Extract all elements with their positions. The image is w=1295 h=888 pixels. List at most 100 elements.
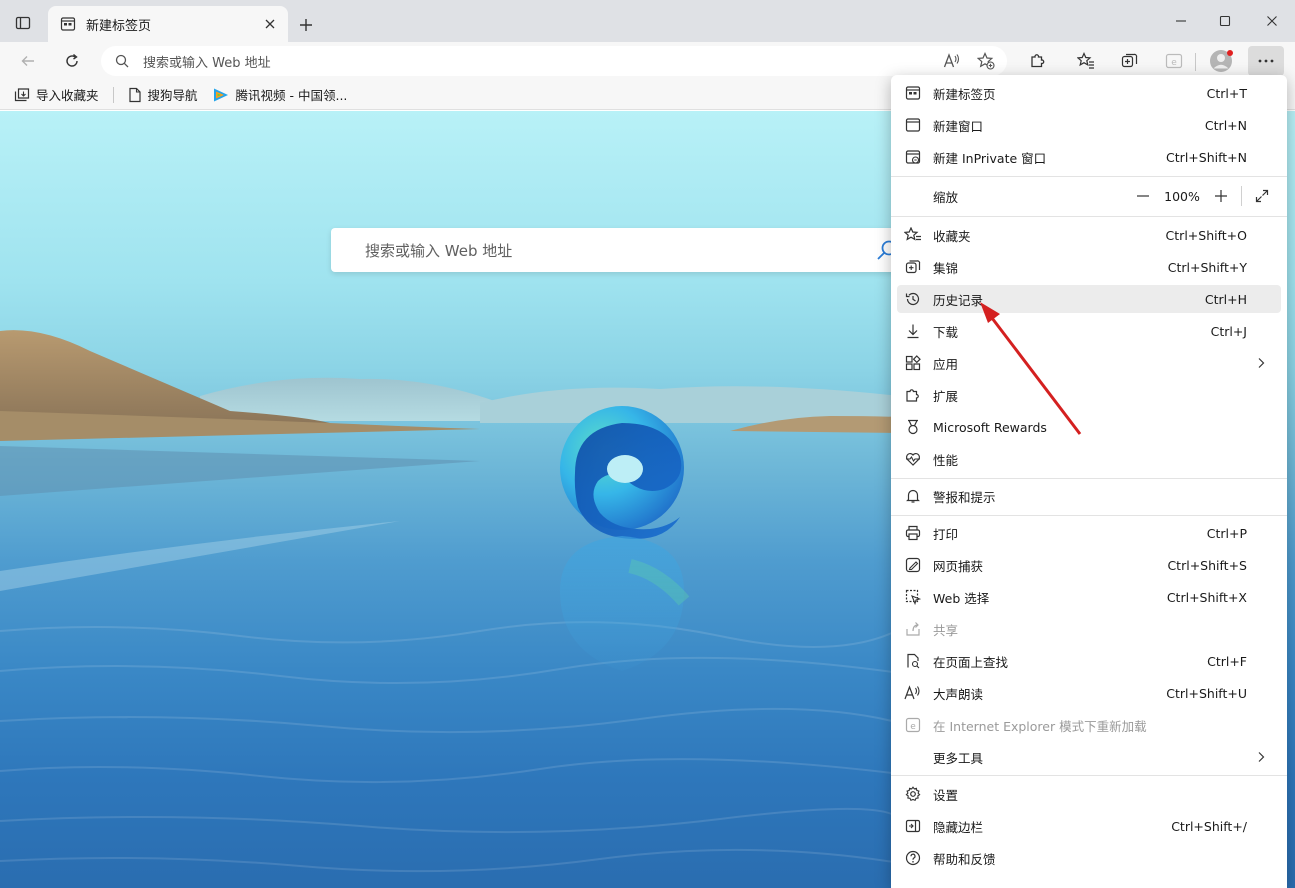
apps-icon	[903, 353, 923, 373]
rewards-icon	[903, 417, 923, 437]
menu-item-collections[interactable]: 集锦 Ctrl+Shift+Y	[897, 253, 1281, 281]
bookmark-tencent-video[interactable]: 腾讯视频 - 中国领...	[212, 85, 348, 104]
menu-label: 打印	[933, 526, 959, 542]
settings-and-more-button[interactable]	[1248, 46, 1284, 76]
menu-item-new-window[interactable]: 新建窗口 Ctrl+N	[897, 111, 1281, 139]
menu-divider	[891, 216, 1287, 217]
menu-item-extensions[interactable]: 扩展	[897, 381, 1281, 409]
favorites-icon	[903, 225, 923, 245]
back-icon[interactable]	[14, 47, 42, 75]
menu-label: 性能	[933, 452, 959, 468]
menu-shortcut: Ctrl+F	[1207, 653, 1247, 669]
menu-shortcut: Ctrl+N	[1204, 117, 1247, 133]
menu-item-help[interactable]: 帮助和反馈	[897, 844, 1281, 872]
menu-shortcut: Ctrl+Shift+X	[1166, 589, 1247, 605]
menu-label: 网页捕获	[933, 558, 984, 574]
help-icon	[903, 848, 923, 868]
tab-title: 新建标签页	[86, 18, 152, 34]
gear-icon	[903, 784, 923, 804]
menu-item-web-select[interactable]: Web 选择 Ctrl+Shift+X	[897, 583, 1281, 611]
menu-label: 帮助和反馈	[933, 851, 996, 867]
menu-label: 更多工具	[933, 750, 984, 766]
menu-shortcut: Ctrl+H	[1204, 291, 1247, 307]
menu-label: 新建 InPrivate 窗口	[933, 150, 1047, 166]
menu-item-new-inprivate[interactable]: 新建 InPrivate 窗口 Ctrl+Shift+N	[897, 143, 1281, 171]
address-bar[interactable]: 搜索或输入 Web 地址	[101, 46, 1007, 76]
menu-shortcut: Ctrl+P	[1206, 525, 1247, 541]
menu-item-find[interactable]: 在页面上查找 Ctrl+F	[897, 647, 1281, 675]
read-aloud-icon[interactable]	[939, 48, 965, 74]
menu-item-print[interactable]: 打印 Ctrl+P	[897, 519, 1281, 547]
menu-item-share[interactable]: 共享	[897, 615, 1281, 643]
maximize-icon[interactable]	[1210, 8, 1240, 34]
minimize-icon[interactable]	[1166, 8, 1196, 34]
ie-mode-icon[interactable]: e	[1160, 47, 1188, 75]
menu-item-web-capture[interactable]: 网页捕获 Ctrl+Shift+S	[897, 551, 1281, 579]
menu-label: 集锦	[933, 260, 959, 276]
menu-label: 扩展	[933, 388, 959, 404]
menu-item-hide-sidebar[interactable]: 隐藏边栏 Ctrl+Shift+/	[897, 812, 1281, 840]
menu-shortcut: Ctrl+Shift+N	[1166, 149, 1247, 165]
menu-item-read-aloud[interactable]: 大声朗读 Ctrl+Shift+U	[897, 679, 1281, 707]
add-favorite-icon[interactable]	[973, 48, 999, 74]
menu-shortcut: Ctrl+Shift+S	[1167, 557, 1247, 573]
zoom-level: 100%	[1164, 188, 1200, 204]
new-tab-button[interactable]	[294, 13, 318, 37]
menu-item-history[interactable]: 历史记录 Ctrl+H	[897, 285, 1281, 313]
menu-item-performance[interactable]: 性能	[897, 445, 1281, 473]
edge-logo-reflection	[560, 536, 690, 671]
menu-item-alerts[interactable]: 警报和提示	[897, 482, 1281, 510]
close-tab-icon[interactable]	[258, 12, 282, 36]
menu-item-apps[interactable]: 应用	[897, 349, 1281, 377]
menu-label: Microsoft Rewards	[933, 419, 1047, 435]
menu-divider	[891, 775, 1287, 776]
bookmark-label: 腾讯视频 - 中国领...	[235, 88, 348, 103]
chevron-right-icon	[1257, 357, 1265, 369]
tab-actions-icon[interactable]	[10, 11, 36, 35]
zoom-in-icon[interactable]	[1207, 182, 1235, 210]
bookmark-import-favorites[interactable]: 导入收藏夹	[14, 85, 99, 104]
menu-label: 共享	[933, 622, 959, 638]
favorites-icon[interactable]	[1072, 47, 1100, 75]
refresh-icon[interactable]	[58, 47, 86, 75]
svg-text:e: e	[1171, 58, 1177, 68]
profile-avatar[interactable]	[1208, 48, 1234, 74]
menu-shortcut: Ctrl+T	[1206, 85, 1247, 101]
ntp-search-input[interactable]: 搜索或输入 Web 地址	[365, 240, 512, 261]
close-window-icon[interactable]	[1257, 8, 1287, 34]
menu-item-rewards[interactable]: Microsoft Rewards	[897, 413, 1281, 441]
menu-shortcut: Ctrl+J	[1210, 323, 1247, 339]
menu-shortcut: Ctrl+Shift+U	[1166, 685, 1247, 701]
menu-divider	[891, 478, 1287, 479]
menu-item-more-tools[interactable]: 更多工具	[897, 743, 1281, 771]
search-icon	[115, 54, 129, 68]
web-capture-icon	[903, 555, 923, 575]
menu-label: 隐藏边栏	[933, 819, 984, 835]
share-icon	[903, 619, 923, 639]
ie-mode-icon: e	[903, 715, 923, 735]
extensions-icon[interactable]	[1024, 47, 1052, 75]
menu-item-new-tab[interactable]: 新建标签页 Ctrl+T	[897, 79, 1281, 107]
new-tab-icon	[903, 83, 923, 103]
menu-label: Web 选择	[933, 590, 990, 606]
settings-menu: 新建标签页 Ctrl+T 新建窗口 Ctrl+N 新建 InPrivate 窗口…	[891, 75, 1287, 888]
zoom-out-icon[interactable]	[1129, 182, 1157, 210]
menu-item-favorites[interactable]: 收藏夹 Ctrl+Shift+O	[897, 221, 1281, 249]
collections-icon	[903, 257, 923, 277]
bookmark-sogou[interactable]: 搜狗导航	[128, 85, 198, 104]
performance-icon	[903, 449, 923, 469]
menu-item-settings[interactable]: 设置	[897, 780, 1281, 808]
collections-icon[interactable]	[1116, 47, 1144, 75]
menu-item-ie-mode[interactable]: e 在 Internet Explorer 模式下重新加载	[897, 711, 1281, 739]
address-input[interactable]: 搜索或输入 Web 地址	[143, 52, 939, 71]
zoom-controls: 100%	[1129, 182, 1276, 210]
menu-shortcut: Ctrl+Shift+O	[1165, 227, 1247, 243]
tab-new-tab[interactable]: 新建标签页	[48, 6, 288, 42]
fullscreen-icon[interactable]	[1248, 182, 1276, 210]
ntp-search-box[interactable]: 搜索或输入 Web 地址	[331, 228, 911, 272]
menu-label: 警报和提示	[933, 489, 996, 505]
menu-item-downloads[interactable]: 下载 Ctrl+J	[897, 317, 1281, 345]
read-aloud-icon	[903, 683, 923, 703]
menu-label: 设置	[933, 787, 959, 803]
sidebar-icon	[903, 816, 923, 836]
